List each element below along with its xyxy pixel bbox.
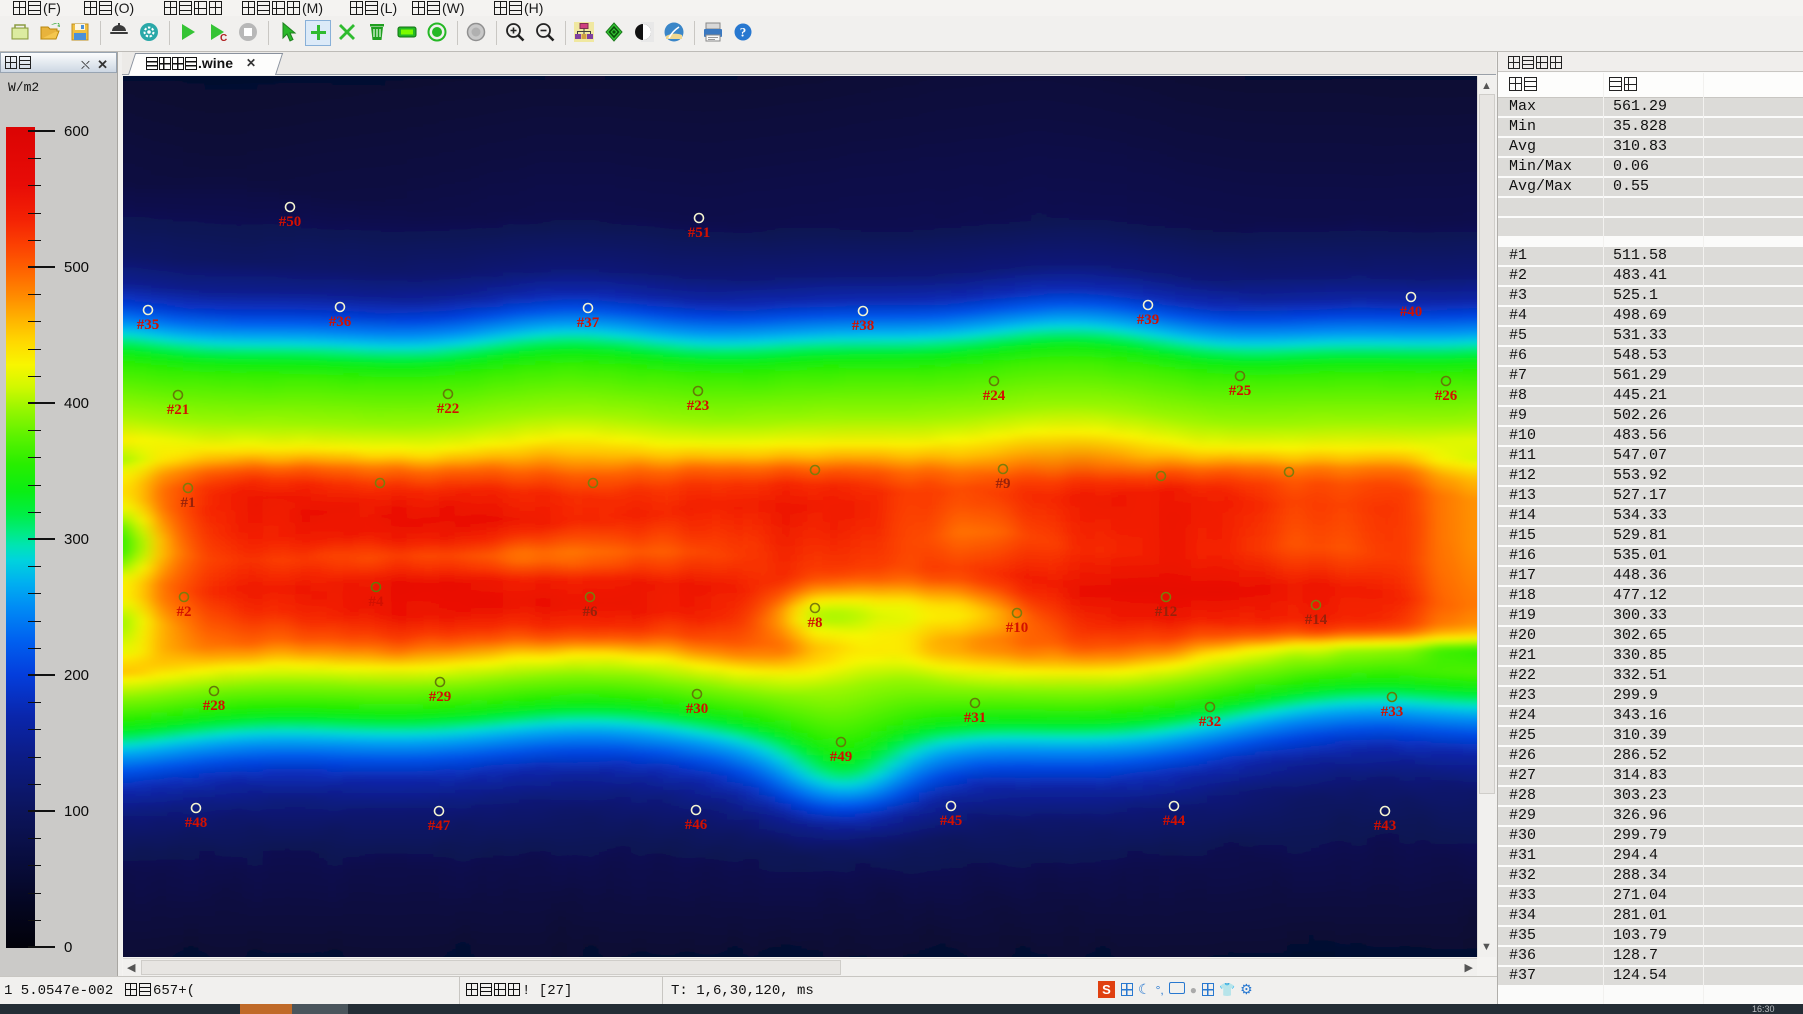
svg-text:#48: #48 [185,815,208,831]
svg-text:#37: #37 [577,315,600,331]
svg-text:#49: #49 [830,749,853,765]
svg-text:#43: #43 [1374,818,1397,834]
svg-text:#29: #29 [429,689,452,705]
svg-text:#28: #28 [203,698,226,714]
svg-text:#25: #25 [1229,383,1252,399]
svg-text:#14: #14 [1305,612,1328,628]
svg-text:#26: #26 [1435,388,1458,404]
svg-text:#12: #12 [1155,604,1178,620]
svg-text:#50: #50 [279,214,302,230]
svg-text:#45: #45 [940,813,963,829]
svg-text:#24: #24 [983,388,1006,404]
svg-text:#46: #46 [685,817,708,833]
svg-text:#35: #35 [137,317,160,333]
svg-text:?: ? [740,25,747,40]
svg-text:#40: #40 [1400,304,1423,320]
svg-text:C: C [220,33,227,44]
svg-text:#31: #31 [964,710,987,726]
svg-text:#21: #21 [167,402,190,418]
svg-text:#47: #47 [428,818,451,834]
svg-text:#2: #2 [177,604,192,620]
svg-text:#8: #8 [808,615,823,631]
svg-text:#10: #10 [1006,620,1029,636]
svg-text:#9: #9 [996,476,1011,492]
svg-text:#22: #22 [437,401,460,417]
svg-text:#38: #38 [852,318,875,334]
svg-text:#39: #39 [1137,312,1160,328]
svg-text:#6: #6 [583,604,599,620]
svg-text:#36: #36 [329,314,352,330]
svg-text:#30: #30 [686,701,709,717]
svg-text:#4: #4 [369,594,385,610]
svg-text:#32: #32 [1199,714,1222,730]
svg-text:#33: #33 [1381,704,1404,720]
svg-text:#1: #1 [181,495,196,511]
svg-text:#23: #23 [687,398,710,414]
svg-text:#44: #44 [1163,813,1186,829]
svg-text:#51: #51 [688,225,711,241]
